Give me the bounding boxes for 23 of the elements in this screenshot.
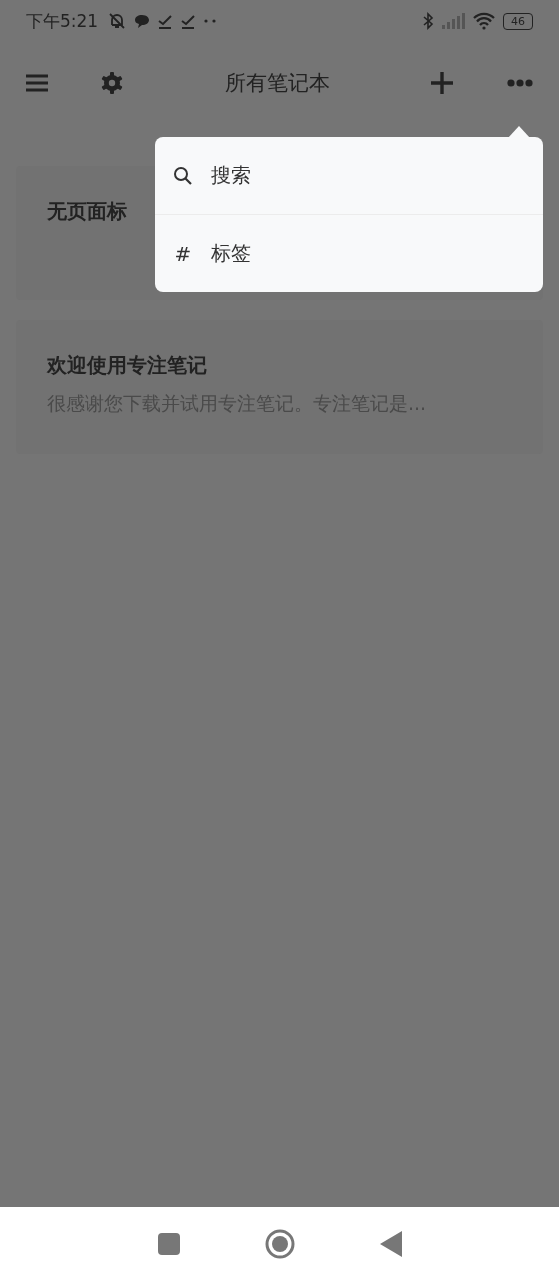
menu-icon — [26, 74, 48, 92]
back-icon[interactable] — [379, 1230, 402, 1257]
menu-item[interactable]: # 标签 — [155, 214, 543, 292]
more-dots-icon — [203, 18, 218, 24]
more-icon — [507, 79, 533, 87]
signal-icon — [441, 13, 465, 29]
note-title: 无页面标 — [47, 198, 128, 225]
hash-icon: # — [173, 241, 193, 266]
menu-item[interactable]: 搜索 — [155, 137, 543, 214]
home-icon[interactable] — [264, 1228, 295, 1259]
recent-apps-icon[interactable] — [157, 1232, 180, 1255]
plus-icon — [431, 72, 453, 94]
battery-indicator: 46 — [503, 12, 533, 30]
page-title: 所有笔记本 — [224, 70, 331, 97]
settings-icon — [100, 71, 124, 95]
wifi-icon — [472, 12, 496, 30]
download-done-icon — [180, 13, 197, 29]
status-time: 下午5:21 — [26, 9, 99, 33]
download-done-icon — [157, 13, 174, 29]
bluetooth-icon — [422, 12, 434, 30]
chat-icon — [134, 13, 151, 29]
search-icon — [173, 165, 193, 186]
note-title: 欢迎使用专注笔记 — [47, 352, 208, 379]
